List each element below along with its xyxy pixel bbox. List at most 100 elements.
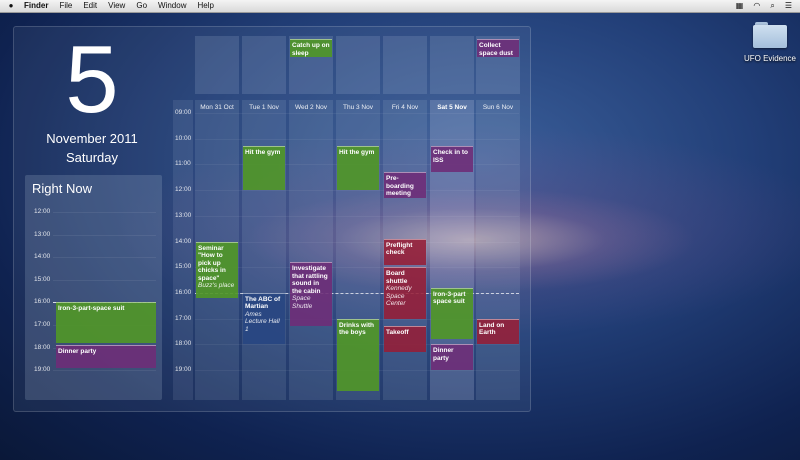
menu-view[interactable]: View	[108, 0, 125, 12]
right-now-hour-label: 15:00	[34, 275, 51, 283]
hour-label: 16:00	[175, 288, 192, 296]
event-title: Collect space dust	[479, 42, 513, 57]
calendar-event[interactable]: Seminar "How to pick up chicks in space"…	[196, 241, 238, 299]
hour-label: 12:00	[175, 186, 192, 194]
calendar-event[interactable]: Check in to ISS	[431, 146, 473, 173]
hour-label: 19:00	[175, 366, 192, 373]
event-title: Iron-3-part-space suit	[58, 305, 125, 313]
menu-bar: ● Finder File Edit View Go Window Help ▦…	[0, 0, 800, 13]
right-now-hour-label: 19:00	[34, 366, 51, 374]
calendar-event[interactable]: Dinner party	[431, 344, 473, 370]
right-now-gridline	[53, 212, 156, 213]
hour-label: 11:00	[175, 160, 191, 168]
desktop-folder-ufo-evidence[interactable]: UFO Evidence	[742, 22, 798, 63]
right-now-hour-label: 13:00	[34, 230, 51, 238]
right-now-hour-label: 12:00	[34, 208, 51, 215]
calendar-event[interactable]: Preflight check	[384, 238, 426, 265]
event-title: Catch up on sleep	[292, 42, 330, 57]
right-now-title: Right Now	[32, 181, 92, 196]
wifi-icon[interactable]: ◠	[753, 0, 760, 12]
right-now-gridline	[53, 257, 156, 259]
calendar-event[interactable]: Investigate that rattling sound in the c…	[290, 262, 332, 327]
current-day-number: 5	[65, 26, 119, 133]
spotlight-icon[interactable]: ⌕	[770, 0, 774, 12]
right-now-hour-label: 16:00	[34, 298, 51, 306]
right-now-pane: Right Now 12:00 13:00 14:00 15:00 16:00 17:00…	[25, 175, 162, 400]
event-location: Buzz's place	[198, 282, 235, 289]
day-column[interactable]	[242, 100, 286, 400]
day-header[interactable]: Sun 6 Nov	[476, 104, 520, 111]
event-title: Takeoff	[386, 329, 409, 337]
event-title: Land on Earth	[479, 321, 505, 337]
event-title: Hit the gym	[245, 149, 281, 157]
menu-edit[interactable]: Edit	[83, 0, 97, 12]
allday-column[interactable]	[430, 36, 474, 94]
calendar-event[interactable]: Land on Earth	[477, 318, 519, 345]
hour-label: 13:00	[175, 211, 192, 219]
event-title: Seminar "How to pick up chicks in space"	[198, 244, 226, 282]
calendar-event[interactable]: Board shuttle Kennedy Space Center	[384, 267, 426, 319]
day-header[interactable]: Tue 1 Nov	[242, 104, 286, 111]
folder-icon	[753, 22, 787, 48]
calendar-event[interactable]: Hit the gym	[243, 146, 285, 191]
allday-column[interactable]	[383, 36, 427, 94]
day-header[interactable]: Wed 2 Nov	[289, 104, 333, 111]
event-location: Space Shuttle	[292, 295, 313, 310]
hour-label: 10:00	[175, 134, 192, 142]
menu-go[interactable]: Go	[136, 0, 147, 12]
allday-event[interactable]: Catch up on sleep	[290, 39, 332, 57]
allday-column[interactable]	[195, 36, 239, 94]
day-header[interactable]: Mon 31 Oct	[195, 104, 239, 111]
event-title: Dinner party	[58, 348, 97, 356]
calendar-event[interactable]: Hit the gym	[337, 146, 379, 191]
calendar-event[interactable]: Drinks with the boys	[337, 318, 379, 391]
event-title: Iron-3-part space suit	[433, 290, 466, 306]
event-title: Board shuttle	[386, 270, 408, 285]
day-header[interactable]: Thu 3 Nov	[336, 104, 380, 111]
event-title: Pre-boarding meeting	[386, 175, 414, 198]
hour-label: 09:00	[175, 109, 192, 116]
grid-icon[interactable]: ▦	[736, 0, 744, 12]
right-now-event[interactable]: Dinner party	[56, 345, 156, 368]
day-column[interactable]	[289, 100, 333, 400]
right-now-gridline	[53, 370, 156, 372]
right-now-gridline	[53, 279, 156, 281]
hour-label: 17:00	[175, 314, 192, 322]
current-weekday: Saturday	[65, 150, 119, 165]
desktop-icon-label: UFO Evidence	[743, 54, 797, 63]
event-title: Dinner party	[433, 347, 454, 362]
event-title: Drinks with the boys	[339, 321, 375, 337]
calendar-event[interactable]: The ABC of Martian Ames Lecture Hall 1	[243, 292, 285, 345]
menu-file[interactable]: File	[59, 0, 72, 12]
allday-column[interactable]	[336, 36, 380, 94]
time-column	[173, 100, 193, 400]
event-title: Check in to ISS	[433, 149, 469, 164]
event-location: Kennedy Space Center	[386, 285, 412, 308]
hour-label: 14:00	[175, 237, 192, 245]
day-header[interactable]: Sat 5 Nov	[430, 104, 474, 111]
menu-finder[interactable]: Finder	[24, 0, 48, 12]
day-column[interactable]	[476, 100, 520, 400]
right-now-hour-label: 17:00	[34, 321, 51, 328]
allday-event[interactable]: Collect space dust	[477, 39, 519, 57]
calendar-event[interactable]: Takeoff	[384, 326, 426, 352]
event-title: Preflight check	[386, 241, 413, 257]
calendar-event[interactable]: Iron-3-part space suit	[431, 287, 473, 340]
menu-help[interactable]: Help	[197, 0, 213, 12]
list-icon[interactable]: ☰	[785, 0, 792, 12]
event-location: Ames Lecture Hall 1	[245, 310, 280, 333]
right-now-event[interactable]: Iron-3-part-space suit	[56, 302, 156, 344]
right-now-hour-label: 18:00	[34, 343, 51, 351]
allday-column[interactable]	[242, 36, 286, 94]
event-title: The ABC of Martian	[245, 295, 281, 311]
event-title: Hit the gym	[339, 149, 375, 157]
event-title: Investigate that rattling sound in the c…	[292, 265, 328, 295]
calendar-event[interactable]: Pre-boarding meeting	[384, 172, 426, 198]
hour-label: 15:00	[175, 263, 192, 271]
day-header[interactable]: Fri 4 Nov	[383, 104, 427, 111]
menu-window[interactable]: Window	[158, 0, 186, 12]
right-now-hour-label: 14:00	[34, 253, 51, 261]
apple-menu-icon[interactable]: ●	[6, 0, 16, 12]
hour-label: 18:00	[175, 340, 192, 348]
current-month-year: November 2011	[46, 131, 138, 146]
